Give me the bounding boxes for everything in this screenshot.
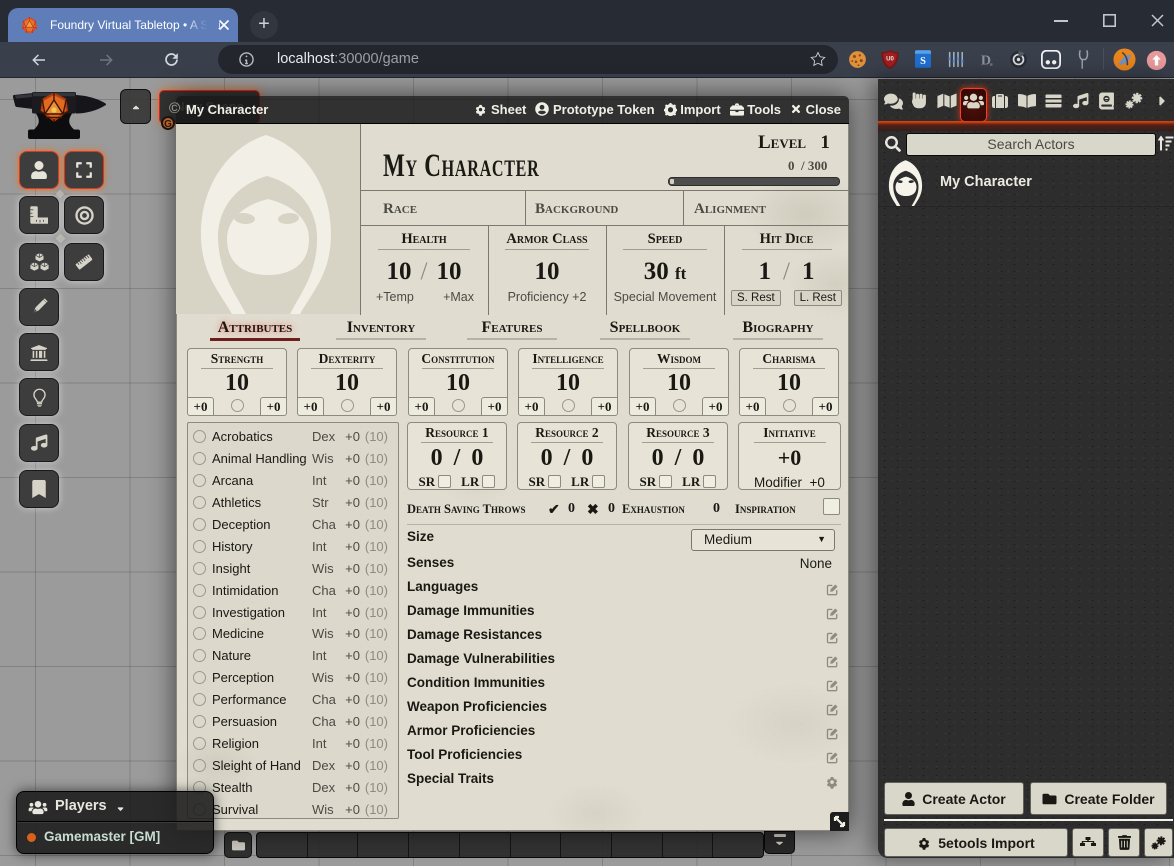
svg-text:D: D <box>981 53 991 69</box>
svg-text:S: S <box>920 56 926 67</box>
svg-text:U0: U0 <box>886 55 894 62</box>
